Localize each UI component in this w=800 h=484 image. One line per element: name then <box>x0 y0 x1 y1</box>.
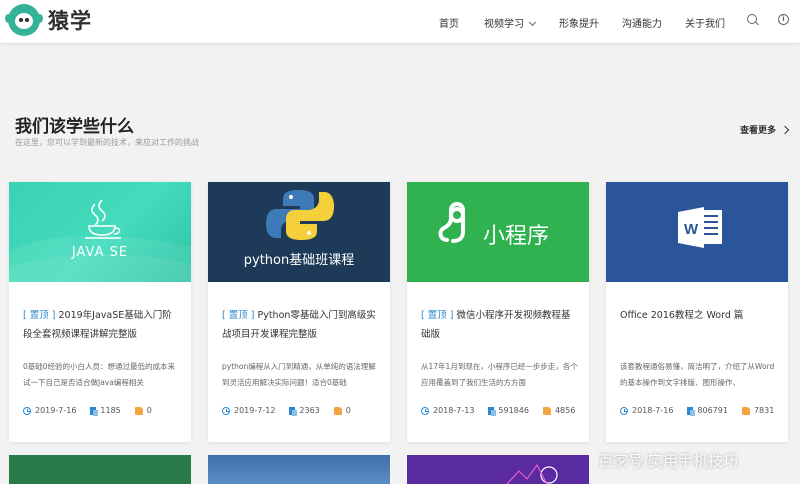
section-title: 我们该学些什么 <box>15 117 134 137</box>
cover-art-icon <box>506 463 558 484</box>
course-title-text: Office 2016教程之 Word 篇 <box>620 310 744 321</box>
section-subtitle: 在这里，您可以学到最新的技术，来应对工作的挑战 <box>15 138 199 147</box>
course-likes: 0 <box>146 406 152 415</box>
thumbs-up-icon <box>741 406 750 415</box>
clock-icon <box>421 406 429 415</box>
views-icon <box>488 406 497 416</box>
nav-item-image-up[interactable]: 形象提升 <box>559 15 599 30</box>
clock-icon <box>23 406 31 415</box>
clock-icon <box>620 406 628 415</box>
course-card-row2-3[interactable] <box>407 455 589 484</box>
course-meta: 2018-7-13 591846 4856 <box>421 406 576 416</box>
course-cover-javase: JAVA SE <box>9 182 191 282</box>
nav-item-video-label: 视频学习 <box>484 19 524 30</box>
word-logo-icon: W <box>678 207 722 248</box>
course-views: 1185 <box>100 406 121 415</box>
top-nav-bar: 猿学 首页 视频学习 形象提升 沟通能力 关于我们 i <box>0 0 800 44</box>
cover-title: 小程序 <box>483 224 550 249</box>
site-logo[interactable]: 猿学 <box>5 4 92 36</box>
thumbs-up-icon <box>134 406 143 415</box>
chevron-down-icon <box>528 18 537 27</box>
nav-item-video[interactable]: 视频学习 <box>484 15 537 30</box>
course-views: 2363 <box>299 406 320 415</box>
java-cup-icon <box>9 199 191 282</box>
cover-title: JAVA SE <box>71 245 129 260</box>
cover-title: python基础班课程 <box>243 253 355 268</box>
course-card-javase[interactable]: JAVA SE [ 置顶 ] 2019年JavaSE基础入门阶段全套视频课程讲解… <box>9 182 191 442</box>
course-card-row2-1[interactable] <box>9 455 191 484</box>
course-meta: 2019-7-16 1185 0 <box>23 406 152 416</box>
course-title[interactable]: [ 置顶 ] Python零基础入门到高级实战项目开发课程完整版 <box>222 306 380 344</box>
brand-name: 猿学 <box>48 9 92 33</box>
course-title[interactable]: [ 置顶 ] 2019年JavaSE基础入门阶段全套视频课程讲解完整版 <box>23 306 181 344</box>
view-more-label: 查看更多 <box>740 126 777 136</box>
chevron-right-icon <box>780 125 790 134</box>
course-card-python[interactable]: python基础班课程 [ 置顶 ] Python零基础入门到高级实战项目开发课… <box>208 182 390 442</box>
course-views: 591846 <box>498 406 529 415</box>
course-likes: 0 <box>345 406 351 415</box>
course-cover-word: W <box>606 182 788 282</box>
course-title[interactable]: Office 2016教程之 Word 篇 <box>620 306 778 325</box>
views-icon <box>687 406 696 416</box>
course-cover-miniprogram: 小程序 <box>407 182 589 282</box>
thumbs-up-icon <box>333 406 342 415</box>
pinned-tag: [ 置顶 ] <box>222 310 255 321</box>
course-date: 2019-7-12 <box>234 406 276 415</box>
thumbs-up-icon <box>542 406 551 415</box>
pinned-tag: [ 置顶 ] <box>421 310 454 321</box>
course-card-row2-2[interactable] <box>208 455 390 484</box>
course-card-word[interactable]: W Office 2016教程之 Word 篇 该套教程通俗易懂，简洁明了，介绍… <box>606 182 788 442</box>
course-description: 0基础0经验的小白人员：想通过最低的成本来试一下自己是否适合做Java编程相关 <box>23 362 176 387</box>
course-likes: 7831 <box>753 406 775 415</box>
course-likes: 4856 <box>554 406 576 415</box>
course-meta: 2019-7-12 2363 0 <box>222 406 351 416</box>
course-views: 806791 <box>697 406 728 415</box>
info-icon[interactable]: i <box>778 14 789 25</box>
course-date: 2018-7-13 <box>433 406 475 415</box>
monkey-logo-icon <box>5 4 43 36</box>
watermark: 百家号/实用手机技巧 <box>598 452 739 470</box>
course-date: 2018-7-16 <box>632 406 674 415</box>
course-description: 该套教程通俗易懂，简洁明了，介绍了从Word的基本操作到文字排版、图形操作、 <box>620 362 775 387</box>
view-more-link[interactable]: 查看更多 <box>740 123 790 136</box>
nav-item-about[interactable]: 关于我们 <box>685 15 725 30</box>
course-date: 2019-7-16 <box>35 406 77 415</box>
course-description: python编程从入门到精通，从单纯的语法理解到灵活应用解决实际问题！适合0基础 <box>222 362 376 387</box>
course-meta: 2018-7-16 806791 7831 <box>620 406 775 416</box>
pinned-tag: [ 置顶 ] <box>23 310 56 321</box>
course-description: 从17年1月到现在，小程序已经一步步走，各个应用覆盖到了我们生活的方方面 <box>421 362 578 387</box>
course-title[interactable]: [ 置顶 ] 微信小程序开发视频教程基础版 <box>421 306 579 344</box>
nav-item-home[interactable]: 首页 <box>439 15 459 30</box>
svg-text:W: W <box>684 221 699 238</box>
search-icon[interactable] <box>747 14 757 24</box>
views-icon <box>289 406 298 416</box>
course-cover-python: python基础班课程 <box>208 182 390 282</box>
nav-item-communication[interactable]: 沟通能力 <box>622 15 662 30</box>
views-icon <box>90 406 99 416</box>
clock-icon <box>222 406 230 415</box>
course-card-miniprogram[interactable]: 小程序 [ 置顶 ] 微信小程序开发视频教程基础版 从17年1月到现在，小程序已… <box>407 182 589 442</box>
